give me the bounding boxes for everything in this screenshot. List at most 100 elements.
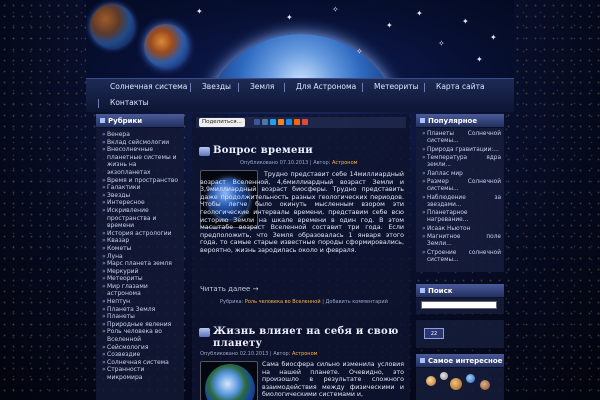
- vk-icon[interactable]: [262, 119, 268, 125]
- interesting-title-text: Самое интересное: [428, 357, 503, 365]
- category-link[interactable]: Меркурий: [102, 268, 180, 276]
- category-link[interactable]: Планета Земля: [102, 306, 180, 314]
- interesting-title: Самое интересное: [416, 354, 504, 368]
- category-link[interactable]: Планеты: [102, 313, 180, 321]
- nav-item-stars[interactable]: Звезды: [202, 82, 231, 91]
- search-title-text: Поиск: [428, 287, 453, 295]
- rubric-prefix: Рубрика:: [220, 299, 245, 305]
- google-plus-icon[interactable]: [302, 119, 308, 125]
- category-link[interactable]: Интересное: [102, 199, 180, 207]
- post-author[interactable]: Астроном: [332, 160, 357, 166]
- planet-icon: [450, 378, 462, 390]
- planet-icon: [466, 374, 475, 383]
- post-title[interactable]: Жизнь влияет на себя и свою планету: [213, 326, 403, 350]
- planet-icon: [426, 376, 436, 386]
- search-input[interactable]: [421, 301, 497, 309]
- mailru-icon[interactable]: [286, 119, 292, 125]
- facebook-icon[interactable]: [254, 119, 260, 125]
- rubric-link[interactable]: Роль человека во Вселенной: [245, 299, 321, 305]
- site-header: ✦ ✦ ✧ ✦ ✦ ✧ ✦ ✦ ✧ ✦: [86, 0, 514, 78]
- nav-item-site-map[interactable]: Карта сайта: [436, 82, 485, 91]
- comments-link[interactable]: Добавить комментарий: [325, 299, 387, 305]
- post-title[interactable]: Вопрос времени: [213, 145, 313, 156]
- star-icon: ✧: [332, 5, 339, 14]
- category-link[interactable]: Странности микромира: [102, 366, 180, 381]
- popular-link[interactable]: Температура ядра земли...: [422, 155, 501, 169]
- star-icon: ✧: [438, 39, 445, 48]
- post-icon: [199, 147, 210, 156]
- category-link[interactable]: Искривление пространства и времени: [102, 207, 180, 230]
- post-author[interactable]: Астроном: [292, 351, 317, 357]
- category-link[interactable]: Кометы: [102, 245, 180, 253]
- main-content: Поделиться... Вопрос времени Опубликован…: [192, 114, 410, 400]
- nav-item-meteorites[interactable]: Метеориты: [374, 82, 419, 91]
- square-bullet-icon: [420, 358, 425, 363]
- share-button[interactable]: Поделиться...: [199, 118, 245, 127]
- nav-separator: [362, 83, 363, 92]
- category-link[interactable]: Созвездие: [102, 351, 180, 359]
- nav-item-earth[interactable]: Земля: [250, 82, 274, 91]
- twitter-icon[interactable]: [270, 119, 276, 125]
- popular-link[interactable]: Планеты Солнечной системы...: [422, 131, 501, 145]
- popular-link[interactable]: Лаплас мир: [422, 171, 501, 178]
- popular-link[interactable]: Исаак Ньютон: [422, 226, 501, 233]
- popular-link[interactable]: Магнитное поле Земли...: [422, 234, 501, 248]
- category-link[interactable]: Марс планета земля: [102, 260, 180, 268]
- category-link[interactable]: Мир глазами астронома: [102, 283, 180, 298]
- category-link[interactable]: Луна: [102, 253, 180, 261]
- post-thumbnail[interactable]: [200, 361, 258, 400]
- category-link[interactable]: Галактики: [102, 184, 180, 192]
- popular-link[interactable]: Природа гравитации:...: [422, 147, 501, 154]
- nav-item-contacts[interactable]: Контакты: [110, 98, 149, 107]
- category-link[interactable]: Солнечная система: [102, 359, 180, 367]
- star-icon: ✦: [490, 33, 497, 42]
- nav-separator: [424, 83, 425, 92]
- post-meta: Опубликовано 07.10.2013 | Автор: Астроно…: [240, 160, 357, 166]
- nav-item-solar-system[interactable]: Солнечная система: [110, 82, 187, 91]
- earth-image: [205, 364, 255, 400]
- post-icon: [199, 328, 210, 337]
- popular-title: Популярное: [416, 114, 504, 128]
- nav-separator: [98, 99, 99, 108]
- category-link[interactable]: Вклад сейсмологии: [102, 139, 180, 147]
- popular-link[interactable]: Строение солнечной системы...: [422, 250, 501, 264]
- popular-link[interactable]: Размер Солнечной системы...: [422, 179, 501, 193]
- small-planet-image: [90, 4, 134, 48]
- visit-counter[interactable]: 22: [424, 328, 444, 339]
- post-excerpt: Трудно представит себе 14миллиардный воз…: [200, 171, 404, 254]
- popular-box: Популярное Планеты Солнечной системы... …: [416, 114, 504, 272]
- category-link[interactable]: Нептун: [102, 298, 180, 306]
- read-more-link[interactable]: Читать далее →: [200, 285, 258, 293]
- counter-box: 22: [416, 320, 504, 348]
- post-date: Опубликовано 02.10.2013 | Автор:: [200, 351, 292, 357]
- category-link[interactable]: Время и пространство: [102, 177, 180, 185]
- post-date: Опубликовано 07.10.2013 | Автор:: [240, 160, 332, 166]
- category-link[interactable]: Природные явления: [102, 321, 180, 329]
- category-link[interactable]: Сейсмология: [102, 344, 180, 352]
- share-bar: Поделиться...: [196, 117, 406, 128]
- planet-image: [144, 24, 188, 68]
- popular-list: Планеты Солнечной системы... Природа гра…: [416, 128, 504, 264]
- search-box: Поиск: [416, 284, 504, 314]
- category-link[interactable]: Роль человека во Вселенной: [102, 328, 180, 343]
- square-bullet-icon: [420, 118, 425, 123]
- star-icon: ✦: [286, 13, 293, 22]
- nav-separator: [238, 83, 239, 92]
- post-rubric: Рубрика: Роль человека во Вселенной | До…: [220, 299, 388, 305]
- nav-item-for-astronomer[interactable]: Для Астронома: [296, 82, 356, 91]
- star-icon: ✦: [462, 17, 469, 26]
- star-icon: ✦: [386, 21, 393, 30]
- nav-separator: [190, 83, 191, 92]
- category-link[interactable]: Внесолнечные планетные системы и жизнь н…: [102, 146, 180, 176]
- category-link[interactable]: Метеориты: [102, 275, 180, 283]
- popular-link[interactable]: Наблюдение за звездами...: [422, 195, 501, 209]
- odnoklassniki-icon[interactable]: [278, 119, 284, 125]
- popular-link[interactable]: Планетарное нагревание...: [422, 210, 501, 224]
- square-bullet-icon: [420, 288, 425, 293]
- category-link[interactable]: Квазар: [102, 237, 180, 245]
- category-link[interactable]: История астрологии: [102, 230, 180, 238]
- category-link[interactable]: Звезды: [102, 192, 180, 200]
- square-bullet-icon: [100, 118, 105, 123]
- livejournal-icon[interactable]: [294, 119, 300, 125]
- category-link[interactable]: Венера: [102, 131, 180, 139]
